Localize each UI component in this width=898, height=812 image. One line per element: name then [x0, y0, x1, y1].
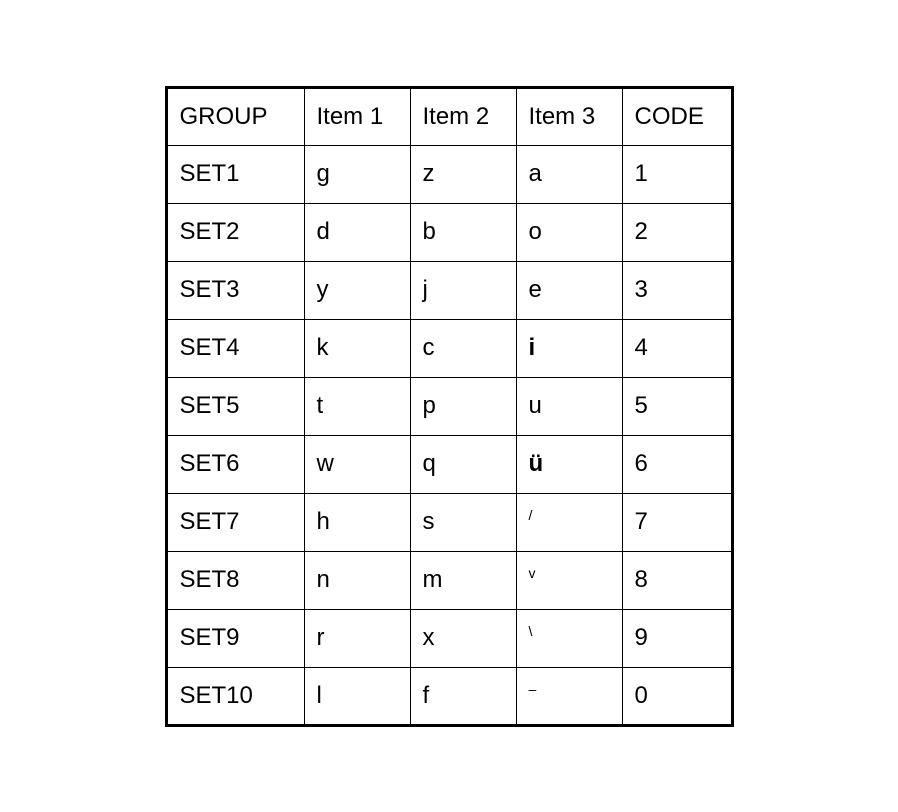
cell-item2: s: [410, 493, 516, 551]
cell-item1: n: [304, 551, 410, 609]
header-code: CODE: [622, 87, 732, 145]
cell-group: SET8: [166, 551, 304, 609]
table-row: SET2 d b o 2: [166, 203, 732, 261]
cell-group: SET7: [166, 493, 304, 551]
table-row: SET1 g z a 1: [166, 145, 732, 203]
cell-item1: k: [304, 319, 410, 377]
cell-item2: x: [410, 609, 516, 667]
cell-item3: i: [516, 319, 622, 377]
cell-item2: z: [410, 145, 516, 203]
cell-item1: d: [304, 203, 410, 261]
cell-item3: e: [516, 261, 622, 319]
cell-item1: t: [304, 377, 410, 435]
table-header-row: GROUP Item 1 Item 2 Item 3 CODE: [166, 87, 732, 145]
header-item3: Item 3: [516, 87, 622, 145]
cell-item1: l: [304, 667, 410, 725]
cell-item2: q: [410, 435, 516, 493]
cell-item3: ü: [516, 435, 622, 493]
cell-group: SET3: [166, 261, 304, 319]
cell-item2: f: [410, 667, 516, 725]
header-group: GROUP: [166, 87, 304, 145]
cell-item3: u: [516, 377, 622, 435]
cell-group: SET5: [166, 377, 304, 435]
cell-code: 6: [622, 435, 732, 493]
cell-item2: b: [410, 203, 516, 261]
cell-group: SET4: [166, 319, 304, 377]
table-row: SET6 w q ü 6: [166, 435, 732, 493]
cell-item1: h: [304, 493, 410, 551]
table-row: SET8 n m v 8: [166, 551, 732, 609]
data-table: GROUP Item 1 Item 2 Item 3 CODE SET1 g z…: [165, 86, 734, 727]
cell-item1: y: [304, 261, 410, 319]
cell-group: SET1: [166, 145, 304, 203]
cell-item2: j: [410, 261, 516, 319]
cell-code: 4: [622, 319, 732, 377]
table-row: SET7 h s / 7: [166, 493, 732, 551]
cell-code: 5: [622, 377, 732, 435]
cell-item2: m: [410, 551, 516, 609]
table-row: SET9 r x \ 9: [166, 609, 732, 667]
cell-item3: \: [516, 609, 622, 667]
cell-group: SET10: [166, 667, 304, 725]
cell-group: SET6: [166, 435, 304, 493]
cell-code: 2: [622, 203, 732, 261]
cell-code: 8: [622, 551, 732, 609]
table-row: SET3 y j e 3: [166, 261, 732, 319]
header-item1: Item 1: [304, 87, 410, 145]
cell-item3: –: [516, 667, 622, 725]
cell-code: 7: [622, 493, 732, 551]
cell-item1: r: [304, 609, 410, 667]
cell-item3: v: [516, 551, 622, 609]
cell-item1: g: [304, 145, 410, 203]
table-container: GROUP Item 1 Item 2 Item 3 CODE SET1 g z…: [165, 86, 734, 727]
cell-code: 3: [622, 261, 732, 319]
table-body: GROUP Item 1 Item 2 Item 3 CODE SET1 g z…: [166, 87, 732, 725]
cell-group: SET2: [166, 203, 304, 261]
cell-code: 0: [622, 667, 732, 725]
header-item2: Item 2: [410, 87, 516, 145]
table-row: SET10 l f – 0: [166, 667, 732, 725]
cell-item3: o: [516, 203, 622, 261]
table-row: SET5 t p u 5: [166, 377, 732, 435]
cell-item3: /: [516, 493, 622, 551]
table-row: SET4 k c i 4: [166, 319, 732, 377]
cell-group: SET9: [166, 609, 304, 667]
cell-item2: c: [410, 319, 516, 377]
cell-item2: p: [410, 377, 516, 435]
cell-code: 9: [622, 609, 732, 667]
cell-code: 1: [622, 145, 732, 203]
cell-item1: w: [304, 435, 410, 493]
cell-item3: a: [516, 145, 622, 203]
